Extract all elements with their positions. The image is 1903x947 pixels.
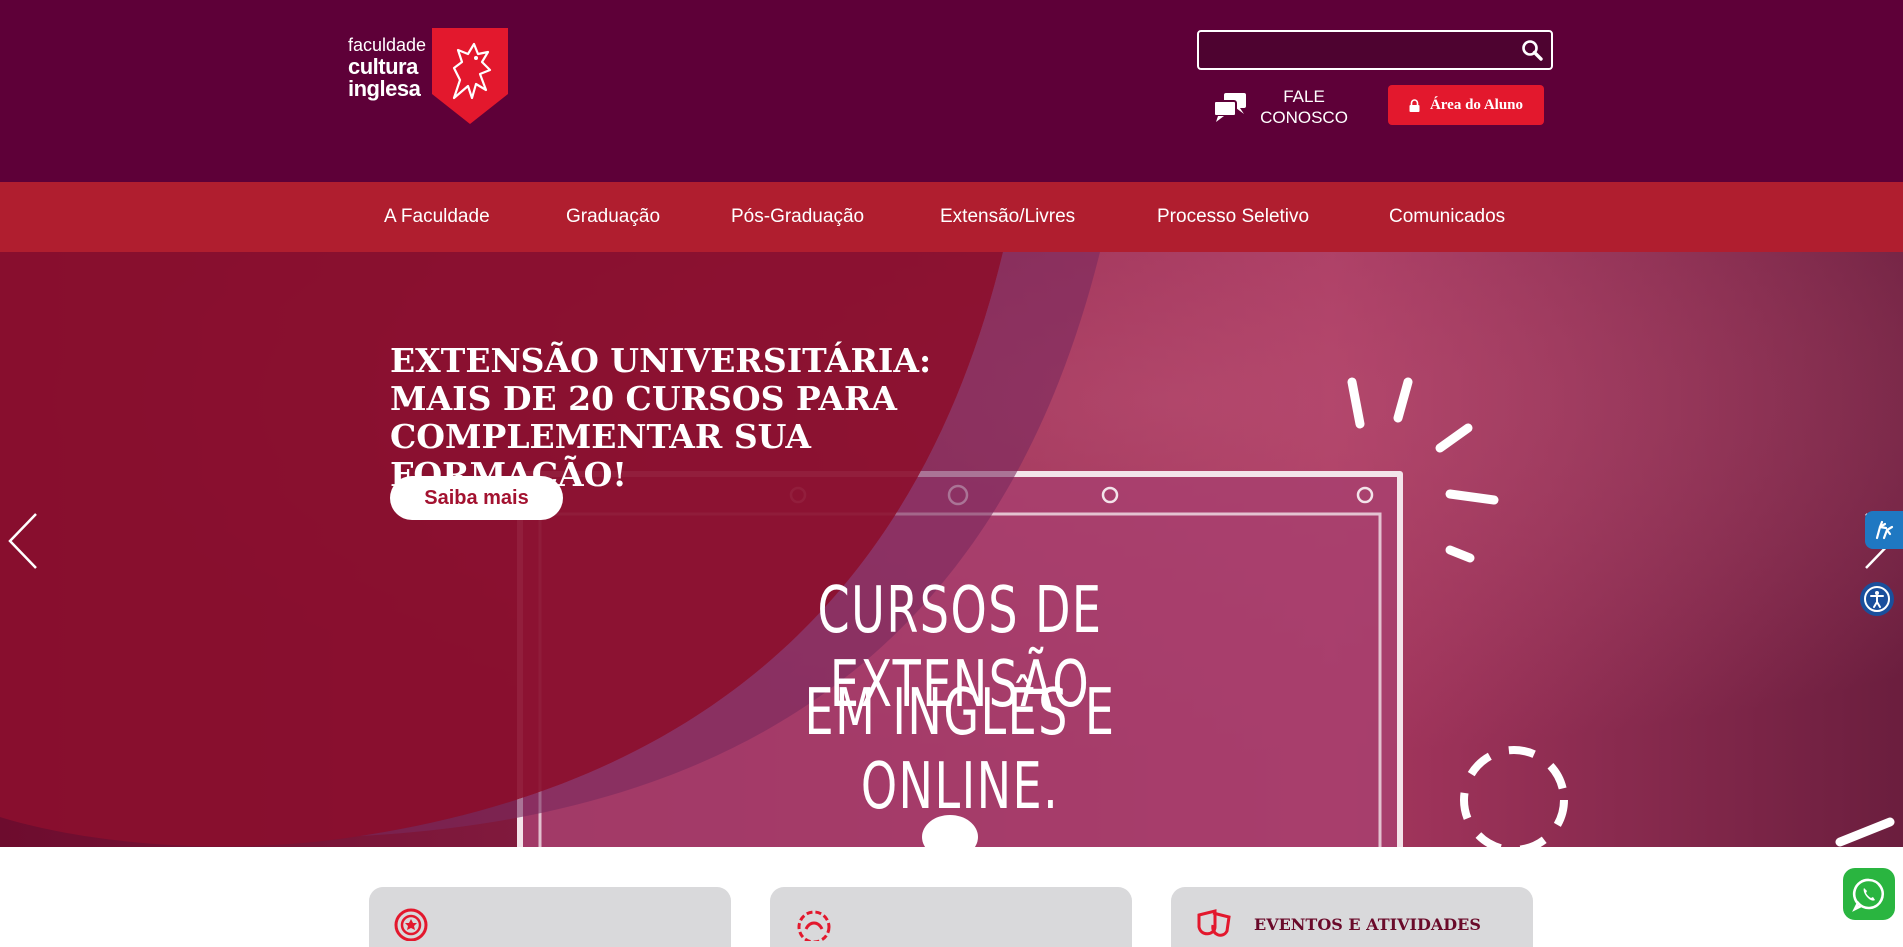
hero-slider: EXTENSÃO UNIVERSITÁRIA: MAIS DE 20 CURSO… [0, 252, 1903, 847]
feature-card-3-title: EVENTOS E ATIVIDADES [1254, 915, 1481, 934]
main-nav: A Faculdade Graduação Pós-Graduação Exte… [0, 182, 1903, 252]
logo-line-1: faculdade [348, 35, 427, 55]
logo-line-3: inglesa [348, 76, 421, 101]
theater-masks-icon [1197, 909, 1231, 937]
nav-item-graduacao[interactable]: Graduação [566, 182, 660, 252]
hero-headline: EXTENSÃO UNIVERSITÁRIA: MAIS DE 20 CURSO… [390, 342, 1030, 494]
lock-icon [1409, 98, 1420, 112]
chat-bubbles-icon [1213, 93, 1246, 122]
search-box [1197, 30, 1553, 70]
contact-label: FALE CONOSCO [1258, 86, 1350, 128]
saiba-mais-button[interactable]: Saiba mais [390, 476, 563, 520]
sign-language-hands-icon [1875, 520, 1894, 540]
search-button[interactable] [1519, 37, 1545, 63]
chalkboard-text-line-2: EM INGLÊS E ONLINE. [804, 676, 1116, 824]
logo-wordmark: faculdade cultura inglesa [348, 34, 426, 100]
medal-icon [797, 910, 831, 941]
nav-item-extensao-livres[interactable]: Extensão/Livres [940, 182, 1075, 252]
award-seal-icon [394, 908, 428, 941]
search-input[interactable] [1199, 32, 1499, 68]
nav-item-processo-seletivo[interactable]: Processo Seletivo [1157, 182, 1309, 252]
sign-language-button[interactable] [1865, 511, 1903, 549]
feature-card-1[interactable] [369, 887, 731, 947]
nav-item-a-faculdade[interactable]: A Faculdade [384, 182, 490, 252]
chevron-left-icon [8, 513, 37, 569]
accessibility-person-icon [1864, 586, 1890, 612]
lion-shield-icon [432, 28, 508, 124]
logo-line-2: cultura [348, 54, 418, 79]
contact-line-2: CONOSCO [1260, 108, 1348, 127]
nav-item-pos-graduacao[interactable]: Pós-Graduação [731, 182, 864, 252]
search-icon [1522, 40, 1543, 61]
contact-link[interactable]: FALE CONOSCO [1212, 86, 1352, 128]
nav-item-comunicados[interactable]: Comunicados [1389, 182, 1505, 252]
feature-card-3[interactable]: EVENTOS E ATIVIDADES [1171, 887, 1533, 947]
student-area-button[interactable]: Área do Aluno [1388, 85, 1544, 125]
site-logo[interactable]: faculdade cultura inglesa [348, 28, 508, 124]
whatsapp-button[interactable] [1843, 868, 1895, 920]
site-header: faculdade cultura inglesa FALE CONOSCO Á… [0, 0, 1903, 182]
hero-headline-line-1: EXTENSÃO UNIVERSITÁRIA: [390, 341, 932, 380]
slider-prev-button[interactable] [4, 510, 44, 572]
whatsapp-icon [1852, 878, 1885, 912]
accessibility-button[interactable] [1860, 582, 1894, 616]
student-area-label: Área do Aluno [1429, 96, 1524, 113]
contact-line-1: FALE [1283, 87, 1325, 106]
hero-headline-line-2: MAIS DE 20 CURSOS PARA [390, 379, 897, 418]
feature-card-2[interactable] [770, 887, 1132, 947]
